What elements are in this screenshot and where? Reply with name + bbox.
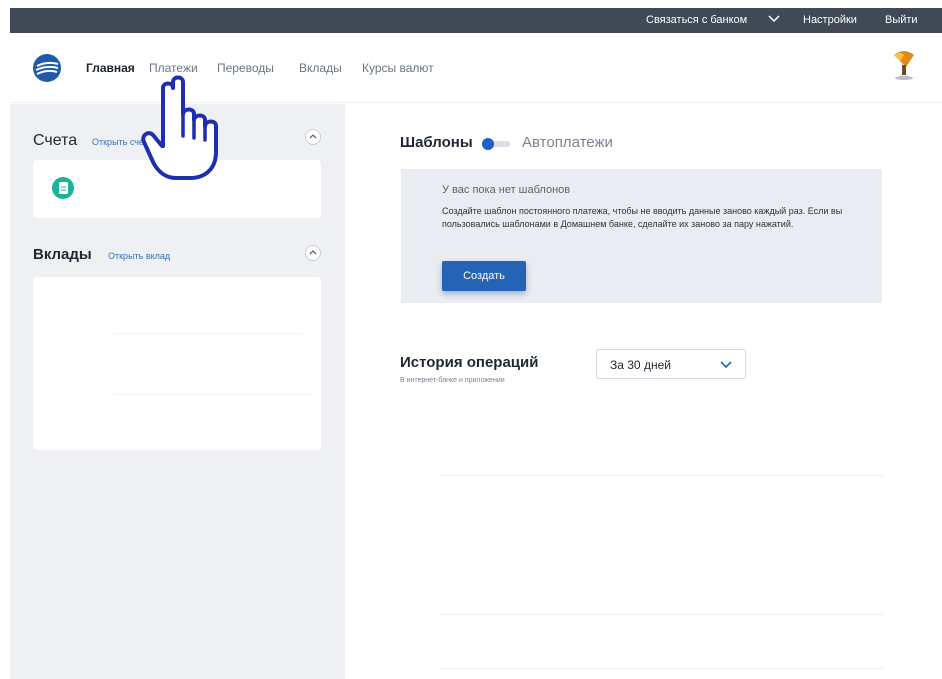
history-title: История операций (400, 354, 539, 371)
accounts-title: Счета (33, 132, 78, 149)
nav-home[interactable]: Главная (86, 61, 135, 75)
history-row-divider (440, 614, 884, 615)
templates-empty-panel: У вас пока нет шаблонов Создайте шаблон … (401, 169, 882, 303)
nav-exchange-rates[interactable]: Курсы валют (362, 61, 434, 75)
autopay-tab[interactable]: Автоплатежи (522, 134, 613, 151)
templates-tab[interactable]: Шаблоны (400, 134, 473, 151)
logout-link[interactable]: Выйти (885, 14, 918, 26)
top-bar: Связаться с банком Настройки Выйти (10, 8, 942, 33)
period-value: За 30 дней (610, 358, 671, 372)
chevron-down-icon[interactable] (767, 11, 781, 28)
pointing-hand-icon (140, 74, 230, 186)
settings-link[interactable]: Настройки (803, 14, 857, 26)
create-template-button[interactable]: Создать (442, 261, 526, 291)
avatar-icon[interactable] (890, 49, 918, 83)
templates-empty-text: Создайте шаблон постоянного платежа, что… (442, 206, 843, 229)
divider (113, 333, 303, 334)
deposits-card[interactable] (33, 277, 321, 450)
history-row-divider (440, 668, 884, 669)
toggle-knob (482, 138, 494, 150)
deposits-collapse-button[interactable] (305, 245, 321, 261)
period-select[interactable]: За 30 дней (596, 349, 746, 379)
open-account-link[interactable]: Открыть сче (92, 137, 144, 147)
chevron-down-icon (719, 358, 733, 370)
accounts-collapse-button[interactable] (305, 129, 321, 145)
history-subtitle: В интернет-банке и приложении (400, 377, 505, 384)
nav-transfers[interactable]: Переводы (217, 61, 274, 75)
open-deposit-link[interactable]: Открыть вклад (108, 251, 170, 261)
document-icon (52, 177, 74, 199)
history-row-divider (440, 475, 884, 476)
templates-autopay-toggle[interactable] (482, 138, 512, 150)
bank-logo-icon[interactable] (32, 53, 62, 83)
chevron-up-icon (309, 250, 317, 255)
deposits-title: Вклады (33, 246, 92, 263)
divider (113, 394, 313, 395)
nav-deposits[interactable]: Вклады (299, 61, 342, 75)
templates-empty-title: У вас пока нет шаблонов (442, 184, 571, 196)
chevron-up-icon (309, 134, 317, 139)
contact-bank-link[interactable]: Связаться с банком (646, 14, 747, 26)
nav-payments[interactable]: Платежи (149, 61, 198, 75)
